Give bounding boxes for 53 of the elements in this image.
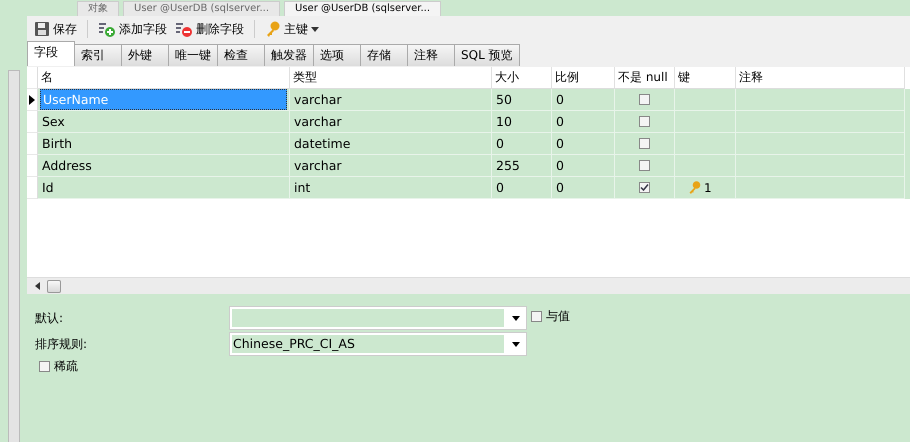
tab[interactable]: 触发器 [264,44,314,66]
checkbox[interactable] [639,138,650,149]
add-field-button[interactable]: 添加字段 [95,18,170,40]
document-tab[interactable]: User @UserDB (sqlserver... [123,1,280,16]
scrollbar-thumb[interactable] [47,280,61,292]
remove-icon [175,21,193,37]
tab[interactable]: 存储 [360,44,408,66]
row-header [27,67,38,89]
column-header[interactable]: 比例 [552,67,615,89]
caret-icon [512,342,520,346]
primary-key-button[interactable]: 主键 [262,18,322,40]
checkbox[interactable] [639,182,650,193]
key-icon [265,21,281,37]
checkbox[interactable] [639,160,650,171]
key-number: 1 [704,180,712,194]
field-label: 排序规则: [35,336,88,352]
scroll-left-icon[interactable] [35,282,40,290]
column-header[interactable]: 注释 [736,67,905,89]
tab[interactable]: 唯一键 [168,44,218,66]
add-icon [98,21,116,37]
caret-icon [512,316,520,320]
tab[interactable]: 选项 [313,44,361,66]
tab[interactable]: SQL 预览 [454,44,520,66]
document-tab[interactable]: 对象 [77,1,119,16]
column-header[interactable]: 键 [675,67,736,89]
save-button[interactable]: 保存 [31,18,80,40]
checkbox[interactable] [639,116,650,127]
document-tab[interactable]: User @UserDB (sqlserver... [284,1,442,16]
column-header[interactable]: 名 [38,67,290,89]
table-cell[interactable]: Id [38,177,290,199]
key-icon [689,181,701,194]
table-cell: 0 [492,177,552,199]
column-header[interactable]: 大小 [492,67,552,89]
with-value-checkbox[interactable]: 与值 [531,308,570,325]
caret-icon [311,26,319,32]
splitter-handle[interactable] [8,70,20,442]
column-header[interactable]: 类型 [290,67,492,89]
current-row-icon [29,94,35,104]
collation-dropdown[interactable]: Chinese_PRC_CI_AS [229,332,527,356]
tab[interactable]: 检查 [217,44,265,66]
table-cell: 0 [552,177,615,199]
column-header[interactable]: 不是 null [615,67,675,89]
table-cell: int [290,177,492,199]
sparse-checkbox[interactable]: 稀疏 [39,358,78,375]
field-label: 默认: [35,310,64,326]
row-header[interactable] [27,89,38,111]
tab[interactable]: 索引 [74,44,122,66]
tab[interactable]: 字段 [27,41,75,66]
tab[interactable]: 注释 [407,44,455,66]
tab[interactable]: 外键 [121,44,169,66]
checkbox[interactable] [639,94,650,105]
delete-field-button[interactable]: 删除字段 [172,18,247,40]
save-icon [34,21,50,37]
